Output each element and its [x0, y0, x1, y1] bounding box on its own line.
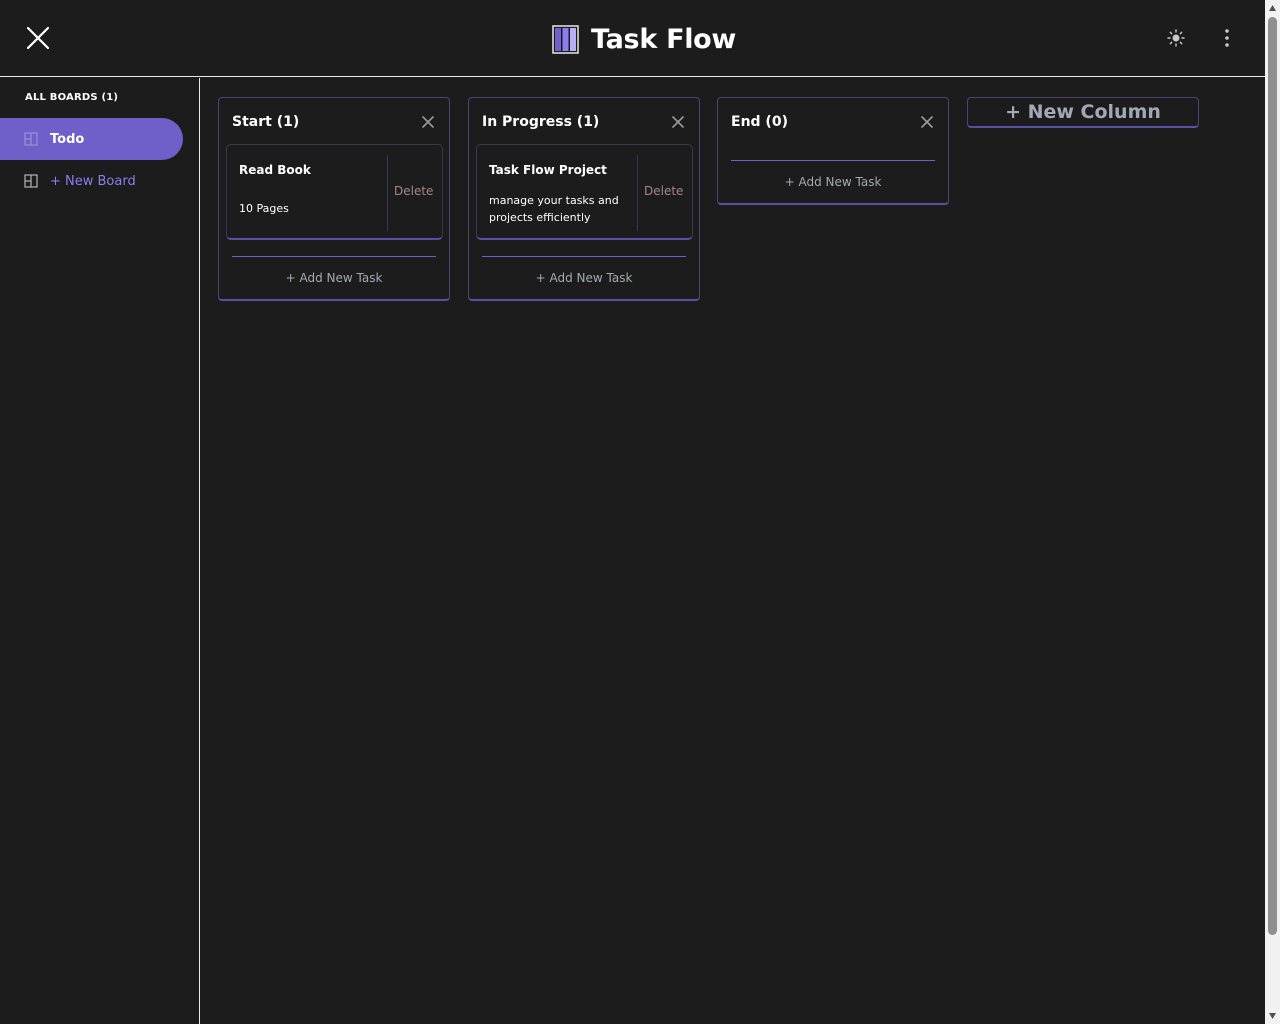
close-column-icon[interactable]: [920, 115, 934, 129]
column-title: End (0): [731, 114, 788, 130]
task-description: 10 Pages: [239, 202, 289, 215]
board-icon: [24, 174, 38, 188]
scrollbar-thumb[interactable]: [1268, 17, 1277, 935]
task-divider: [637, 155, 638, 231]
column-header: End (0): [731, 112, 934, 132]
delete-task-button[interactable]: Delete: [394, 184, 433, 198]
close-column-icon[interactable]: [671, 115, 685, 129]
new-column-button[interactable]: + New Column: [967, 97, 1199, 128]
brand: Task Flow: [552, 22, 736, 56]
column-header: In Progress (1): [482, 112, 685, 132]
sun-icon[interactable]: [1167, 29, 1185, 47]
more-vertical-icon[interactable]: [1219, 28, 1235, 48]
scroll-down-icon[interactable]: [1268, 1012, 1277, 1020]
column-divider: [482, 256, 686, 257]
column-end: End (0) + Add New Task: [717, 97, 949, 205]
sidebar-heading: ALL BOARDS (1): [25, 92, 119, 103]
column-header: Start (1): [232, 112, 435, 132]
task-divider: [387, 155, 388, 231]
app-title: Task Flow: [591, 23, 737, 55]
add-task-button[interactable]: + Add New Task: [219, 271, 449, 285]
column-in-progress: In Progress (1) Task Flow Project manage…: [468, 97, 700, 301]
close-column-icon[interactable]: [421, 115, 435, 129]
task-flow-app: Task Flow ALL BOARDS (1) Todo + New Boar…: [0, 0, 1280, 1024]
new-board-button[interactable]: + New Board: [0, 160, 183, 202]
add-task-button[interactable]: + Add New Task: [718, 175, 948, 189]
task-title: Task Flow Project: [489, 163, 607, 177]
task-title: Read Book: [239, 163, 311, 177]
column-start: Start (1) Read Book 10 Pages Delete + Ad…: [218, 97, 450, 301]
vertical-scrollbar[interactable]: [1265, 0, 1280, 1024]
task-description: manage your tasks and projects efficient…: [489, 194, 619, 224]
add-task-button[interactable]: + Add New Task: [469, 271, 699, 285]
task-card[interactable]: Read Book 10 Pages Delete: [226, 144, 443, 240]
scroll-up-icon[interactable]: [1268, 4, 1277, 12]
column-divider: [232, 256, 436, 257]
top-header: Task Flow: [0, 0, 1265, 77]
column-title: Start (1): [232, 114, 300, 130]
sidebar-item-todo[interactable]: Todo: [0, 118, 183, 160]
board-area: Start (1) Read Book 10 Pages Delete + Ad…: [200, 78, 1265, 1024]
delete-task-button[interactable]: Delete: [644, 184, 683, 198]
column-divider: [731, 160, 935, 161]
sidebar: ALL BOARDS (1) Todo + New Board: [0, 78, 200, 1024]
close-icon[interactable]: [24, 24, 52, 52]
new-board-label: + New Board: [50, 173, 136, 189]
column-title: In Progress (1): [482, 114, 600, 130]
board-logo-icon: [552, 24, 579, 54]
sidebar-item-label: Todo: [50, 131, 85, 147]
task-card[interactable]: Task Flow Project manage your tasks and …: [476, 144, 693, 240]
board-icon: [24, 132, 38, 146]
